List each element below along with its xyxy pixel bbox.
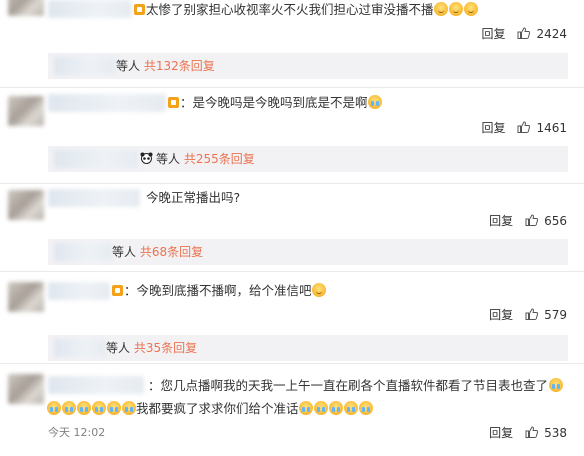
- like-count: 538: [544, 426, 567, 440]
- cry-emoji-icon: [76, 401, 91, 415]
- comment-actions: 回复 2424: [481, 25, 567, 42]
- cry-emoji-icon: [548, 378, 563, 392]
- vip-badge-icon: [112, 285, 123, 296]
- comment-text: 今晚正常播出吗?: [146, 190, 241, 205]
- sub-reply-summary[interactable]: 等人 共68条回复: [48, 239, 568, 265]
- comment-actions: 回复 579: [489, 306, 567, 323]
- username-blurred: [54, 339, 106, 357]
- sub-reply-summary[interactable]: 等人 共35条回复: [48, 335, 568, 361]
- comment-text: ：今晚到底播不播啊，给个准信吧: [110, 281, 327, 300]
- reply-button[interactable]: 回复: [481, 27, 505, 41]
- cry-emoji-icon: [314, 401, 329, 415]
- avatar[interactable]: [8, 190, 44, 220]
- view-replies-link[interactable]: 共35条回复: [134, 341, 197, 355]
- like-count: 2424: [536, 27, 567, 41]
- comment-text: ：您几点播啊我的天我一上午一直在刷各个直播软件都看了节目表也查了: [148, 376, 563, 395]
- like-count: 656: [544, 214, 567, 228]
- username-blurred[interactable]: [48, 0, 132, 18]
- cry-emoji-icon: [121, 401, 136, 415]
- comment-text: 太惨了别家担心收视率火不火我们担心过审没播不播: [132, 0, 479, 19]
- sub-reply-suffix: 等人: [106, 341, 131, 355]
- thumbs-up-icon[interactable]: [517, 121, 531, 133]
- comment-2: ：是今晚吗是今晚吗到底是不是啊 回复 1461 等人 共255条回复: [0, 88, 584, 184]
- thumbs-up-icon[interactable]: [525, 308, 539, 320]
- sub-reply-summary[interactable]: 等人 共255条回复: [48, 146, 568, 172]
- like-count: 1461: [536, 121, 567, 135]
- comment-text: ：是今晚吗是今晚吗到底是不是啊: [166, 93, 383, 112]
- cry-emoji-icon: [299, 401, 314, 415]
- sub-reply-suffix: 等人: [116, 59, 141, 73]
- cry-emoji-icon: [368, 95, 383, 109]
- panda-emoji-icon: [140, 152, 153, 164]
- comment-actions: 回复 656: [489, 212, 567, 229]
- comment-time: 今天 12:02: [48, 426, 106, 439]
- comment-4: ：今晚到底播不播啊，给个准信吧 回复 579 等人 共35条回复: [0, 272, 584, 364]
- smile-emoji-icon: [312, 283, 327, 297]
- view-replies-link[interactable]: 共68条回复: [140, 245, 203, 259]
- avatar[interactable]: [8, 96, 44, 126]
- smile-emoji-icon: [434, 2, 449, 16]
- view-replies-link[interactable]: 共132条回复: [144, 59, 215, 73]
- sub-reply-suffix: 等人: [112, 245, 137, 259]
- reply-button[interactable]: 回复: [489, 214, 513, 228]
- username-blurred: [54, 150, 138, 168]
- cry-emoji-icon: [359, 401, 374, 415]
- username-blurred[interactable]: [48, 189, 140, 207]
- comment-1: 太惨了别家担心收视率火不火我们担心过审没播不播 回复 2424 等人 共132条回…: [0, 0, 584, 88]
- thumbs-up-icon[interactable]: [525, 214, 539, 226]
- sub-reply-suffix: 等人: [156, 152, 181, 166]
- username-blurred[interactable]: [48, 94, 166, 112]
- smile-emoji-icon: [449, 2, 464, 16]
- reply-button[interactable]: 回复: [481, 121, 505, 135]
- cry-emoji-icon: [46, 401, 61, 415]
- vip-badge-icon: [168, 97, 179, 108]
- thumbs-up-icon[interactable]: [525, 426, 539, 438]
- username-blurred: [54, 57, 116, 75]
- smile-emoji-icon: [464, 2, 479, 16]
- like-count: 579: [544, 308, 567, 322]
- username-blurred: [54, 243, 112, 261]
- sub-reply-summary[interactable]: 等人 共132条回复: [48, 53, 568, 79]
- cry-emoji-icon: [344, 401, 359, 415]
- cry-emoji-icon: [61, 401, 76, 415]
- comment-3: 今晚正常播出吗? 回复 656 等人 共68条回复: [0, 184, 584, 272]
- view-replies-link[interactable]: 共255条回复: [184, 152, 255, 166]
- avatar[interactable]: [8, 0, 44, 16]
- reply-button[interactable]: 回复: [489, 426, 513, 440]
- avatar[interactable]: [8, 282, 44, 312]
- cry-emoji-icon: [91, 401, 106, 415]
- comment-actions: 回复 538: [489, 424, 567, 441]
- cry-emoji-icon: [106, 401, 121, 415]
- comment-actions: 回复 1461: [481, 119, 567, 136]
- comment-5: ：您几点播啊我的天我一上午一直在刷各个直播软件都看了节目表也查了 我都要疯了求求…: [0, 364, 584, 456]
- cry-emoji-icon: [329, 401, 344, 415]
- comment-text-line2: 我都要疯了求求你们给个准话: [46, 399, 374, 418]
- thumbs-up-icon[interactable]: [517, 27, 531, 39]
- avatar[interactable]: [8, 374, 44, 404]
- username-blurred[interactable]: [48, 376, 144, 394]
- username-blurred[interactable]: [48, 282, 110, 300]
- reply-button[interactable]: 回复: [489, 308, 513, 322]
- vip-badge-icon: [134, 4, 145, 15]
